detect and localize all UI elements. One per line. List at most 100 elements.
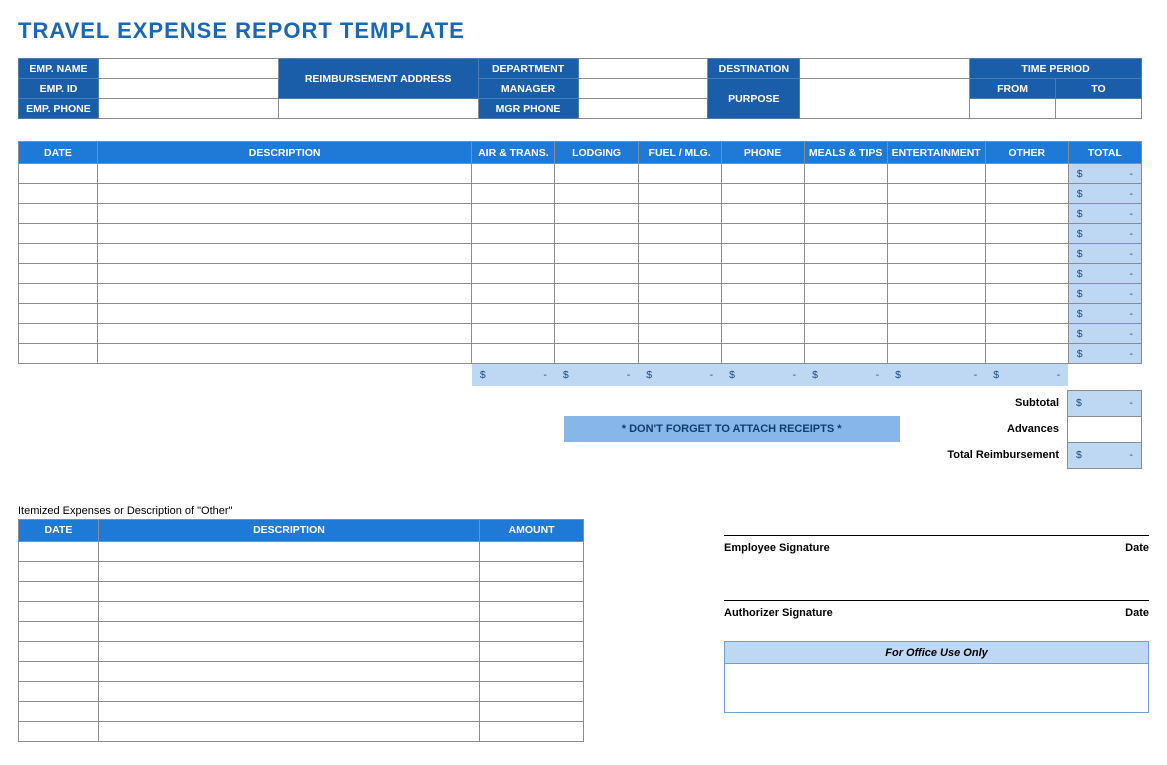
expense-cell[interactable]: [97, 344, 471, 364]
itemized-cell[interactable]: [480, 541, 584, 561]
expense-cell[interactable]: [19, 204, 98, 224]
expense-cell[interactable]: [887, 224, 985, 244]
expense-cell[interactable]: [19, 324, 98, 344]
expense-cell[interactable]: [19, 304, 98, 324]
expense-cell[interactable]: [472, 204, 555, 224]
manager-input[interactable]: [578, 79, 708, 99]
expense-cell[interactable]: [472, 284, 555, 304]
expense-cell[interactable]: [97, 244, 471, 264]
expense-cell[interactable]: [985, 304, 1068, 324]
expense-cell[interactable]: [19, 284, 98, 304]
expense-cell[interactable]: [721, 164, 804, 184]
expense-cell[interactable]: [97, 164, 471, 184]
expense-cell[interactable]: [887, 164, 985, 184]
expense-cell[interactable]: [804, 184, 887, 204]
from-input[interactable]: [970, 99, 1056, 119]
expense-cell[interactable]: [638, 184, 721, 204]
expense-cell[interactable]: [638, 244, 721, 264]
expense-cell[interactable]: [721, 244, 804, 264]
expense-cell[interactable]: [638, 284, 721, 304]
itemized-cell[interactable]: [98, 701, 479, 721]
expense-cell[interactable]: [97, 184, 471, 204]
expense-cell[interactable]: [638, 164, 721, 184]
expense-cell[interactable]: [19, 244, 98, 264]
itemized-cell[interactable]: [98, 661, 479, 681]
itemized-cell[interactable]: [480, 721, 584, 741]
expense-cell[interactable]: [804, 204, 887, 224]
expense-cell[interactable]: [804, 284, 887, 304]
expense-cell[interactable]: [555, 324, 638, 344]
expense-cell[interactable]: [721, 264, 804, 284]
expense-cell[interactable]: [555, 244, 638, 264]
expense-cell[interactable]: [97, 304, 471, 324]
expense-cell[interactable]: [804, 344, 887, 364]
expense-cell[interactable]: [721, 184, 804, 204]
expense-cell[interactable]: [97, 224, 471, 244]
expense-cell[interactable]: [472, 344, 555, 364]
itemized-cell[interactable]: [98, 721, 479, 741]
expense-cell[interactable]: [985, 184, 1068, 204]
expense-cell[interactable]: [638, 344, 721, 364]
expense-cell[interactable]: [985, 344, 1068, 364]
expense-cell[interactable]: [472, 184, 555, 204]
expense-cell[interactable]: [721, 204, 804, 224]
expense-cell[interactable]: [887, 184, 985, 204]
expense-cell[interactable]: [97, 324, 471, 344]
itemized-cell[interactable]: [480, 621, 584, 641]
itemized-cell[interactable]: [98, 641, 479, 661]
expense-cell[interactable]: [638, 224, 721, 244]
itemized-cell[interactable]: [19, 681, 99, 701]
mgr-phone-input[interactable]: [578, 99, 708, 119]
expense-cell[interactable]: [555, 264, 638, 284]
expense-cell[interactable]: [555, 284, 638, 304]
itemized-cell[interactable]: [98, 581, 479, 601]
expense-cell[interactable]: [985, 324, 1068, 344]
expense-cell[interactable]: [638, 304, 721, 324]
expense-cell[interactable]: [721, 224, 804, 244]
itemized-cell[interactable]: [480, 661, 584, 681]
expense-cell[interactable]: [721, 344, 804, 364]
emp-phone-input[interactable]: [98, 99, 278, 119]
expense-cell[interactable]: [555, 344, 638, 364]
itemized-cell[interactable]: [480, 601, 584, 621]
expense-cell[interactable]: [887, 264, 985, 284]
expense-cell[interactable]: [472, 224, 555, 244]
expense-cell[interactable]: [472, 164, 555, 184]
expense-cell[interactable]: [97, 204, 471, 224]
expense-cell[interactable]: [555, 164, 638, 184]
expense-cell[interactable]: [887, 244, 985, 264]
itemized-cell[interactable]: [98, 681, 479, 701]
itemized-cell[interactable]: [19, 581, 99, 601]
expense-cell[interactable]: [804, 244, 887, 264]
itemized-cell[interactable]: [19, 561, 99, 581]
itemized-cell[interactable]: [19, 541, 99, 561]
itemized-cell[interactable]: [98, 561, 479, 581]
emp-id-input[interactable]: [98, 79, 278, 99]
emp-name-input[interactable]: [98, 59, 278, 79]
advances-value[interactable]: [1068, 416, 1142, 442]
expense-cell[interactable]: [19, 344, 98, 364]
itemized-cell[interactable]: [19, 641, 99, 661]
expense-cell[interactable]: [472, 244, 555, 264]
employee-signature-line[interactable]: Employee Signature Date: [724, 535, 1149, 554]
expense-cell[interactable]: [19, 224, 98, 244]
itemized-cell[interactable]: [19, 601, 99, 621]
itemized-cell[interactable]: [480, 561, 584, 581]
expense-cell[interactable]: [887, 284, 985, 304]
expense-cell[interactable]: [804, 164, 887, 184]
expense-cell[interactable]: [804, 224, 887, 244]
expense-cell[interactable]: [555, 204, 638, 224]
expense-cell[interactable]: [19, 264, 98, 284]
dept-input[interactable]: [578, 59, 708, 79]
expense-cell[interactable]: [887, 304, 985, 324]
expense-cell[interactable]: [638, 264, 721, 284]
expense-cell[interactable]: [721, 304, 804, 324]
itemized-cell[interactable]: [19, 721, 99, 741]
purpose-input[interactable]: [800, 79, 970, 119]
expense-cell[interactable]: [19, 164, 98, 184]
itemized-cell[interactable]: [480, 641, 584, 661]
itemized-cell[interactable]: [19, 701, 99, 721]
expense-cell[interactable]: [985, 264, 1068, 284]
itemized-cell[interactable]: [98, 601, 479, 621]
office-use-area[interactable]: [725, 664, 1148, 712]
